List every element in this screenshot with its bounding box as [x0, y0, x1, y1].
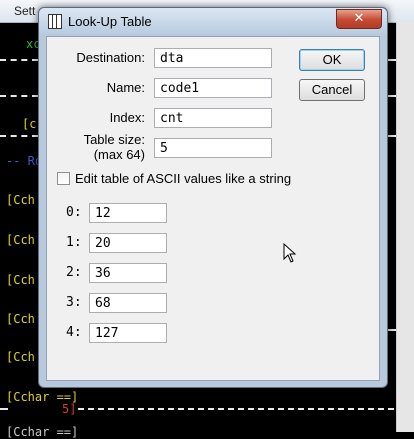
code-separator	[0, 95, 38, 97]
name-field[interactable]	[154, 78, 272, 98]
destination-label: Destination:	[76, 50, 145, 65]
code-line: [Cchar ==]	[6, 425, 79, 439]
code-line: -- Ro	[6, 154, 43, 168]
table-value-field-2[interactable]	[89, 263, 167, 283]
name-label: Name:	[106, 80, 145, 95]
code-line: [Cch	[6, 273, 35, 287]
lookup-table-dialog: Look-Up Table ✕ Destination: Name: Index…	[38, 7, 388, 388]
editor-vertical-scrollbar[interactable]	[396, 22, 414, 432]
menu-item-settings[interactable]: Sett	[14, 4, 35, 18]
code-separator	[78, 408, 394, 410]
dialog-title-bar[interactable]: Look-Up Table ✕	[39, 8, 387, 34]
code-separator	[0, 59, 38, 61]
table-row-label: 3:	[66, 295, 82, 310]
ascii-string-checkbox-label[interactable]: Edit table of ASCII values like a string	[75, 171, 291, 186]
table-size-field[interactable]	[154, 138, 272, 158]
table-value-field-3[interactable]	[89, 293, 167, 313]
table-row-label: 0:	[66, 205, 82, 220]
dialog-title: Look-Up Table	[68, 14, 152, 29]
code-line: [Cch	[6, 193, 35, 207]
table-row-label: 4:	[66, 325, 82, 340]
dialog-body: Destination: Name: Index: Table size: (m…	[46, 36, 380, 381]
table-size-max-label: (max 64)	[93, 147, 145, 162]
code-line: [Cch	[6, 233, 35, 247]
table-icon	[48, 14, 62, 29]
table-row-label: 1:	[66, 235, 82, 250]
cancel-button[interactable]: Cancel	[299, 79, 365, 101]
code-separator	[0, 408, 8, 410]
close-icon: ✕	[353, 11, 365, 26]
close-button[interactable]: ✕	[336, 9, 382, 29]
code-line: 5]	[62, 402, 77, 416]
code-separator	[0, 135, 38, 137]
destination-field[interactable]	[154, 48, 272, 68]
table-size-label: Table size:	[83, 132, 145, 147]
table-value-field-1[interactable]	[89, 233, 167, 253]
table-value-field-4[interactable]	[89, 323, 167, 343]
code-line: [Cch	[6, 312, 35, 326]
ok-button[interactable]: OK	[299, 49, 365, 71]
table-value-field-0[interactable]	[89, 203, 167, 223]
ascii-string-checkbox[interactable]	[57, 172, 70, 185]
index-field[interactable]	[154, 108, 272, 128]
table-row-label: 2:	[66, 265, 82, 280]
index-label: Index:	[109, 110, 145, 125]
mouse-cursor-icon	[283, 243, 297, 263]
code-line: [Cch	[6, 350, 35, 364]
